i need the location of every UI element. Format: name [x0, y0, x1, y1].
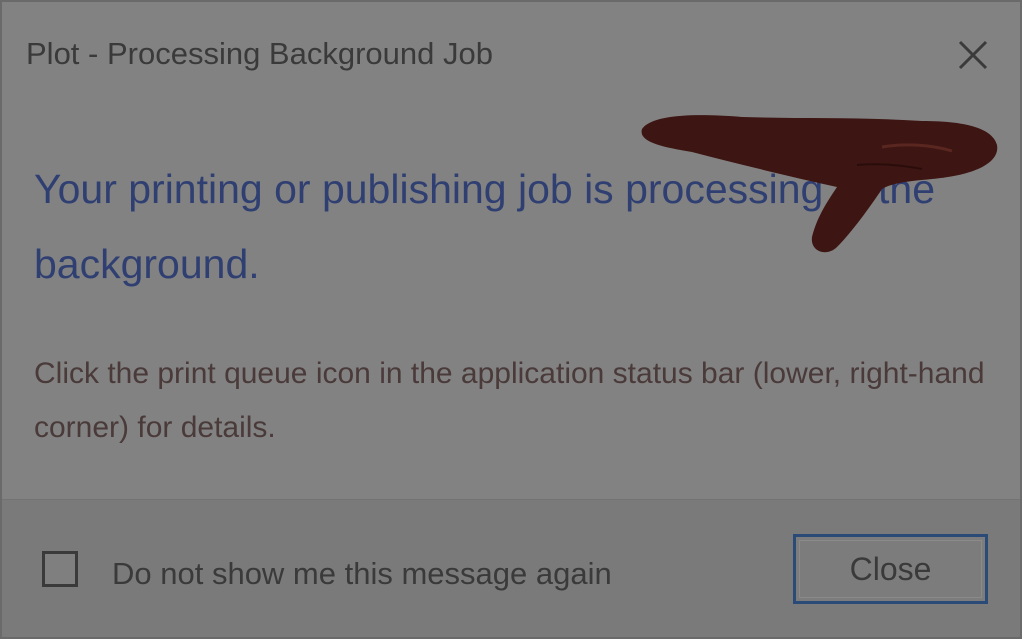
- background-job-dialog: Plot - Processing Background Job Your pr…: [0, 0, 1022, 639]
- title-bar: Plot - Processing Background Job: [2, 2, 1020, 102]
- title-close-button[interactable]: [948, 30, 996, 78]
- close-button[interactable]: Close: [793, 534, 988, 604]
- dialog-title: Plot - Processing Background Job: [26, 36, 493, 71]
- close-button-focus-ring: [799, 540, 982, 598]
- dont-show-again-label[interactable]: Do not show me this message again: [112, 556, 612, 592]
- dont-show-again-checkbox[interactable]: [42, 551, 78, 587]
- dialog-footer: Do not show me this message again Close: [2, 499, 1020, 637]
- body-text: Click the print queue icon in the applic…: [34, 357, 985, 444]
- close-icon: [958, 40, 988, 70]
- main-instruction: Your printing or publishing job is proce…: [34, 166, 936, 287]
